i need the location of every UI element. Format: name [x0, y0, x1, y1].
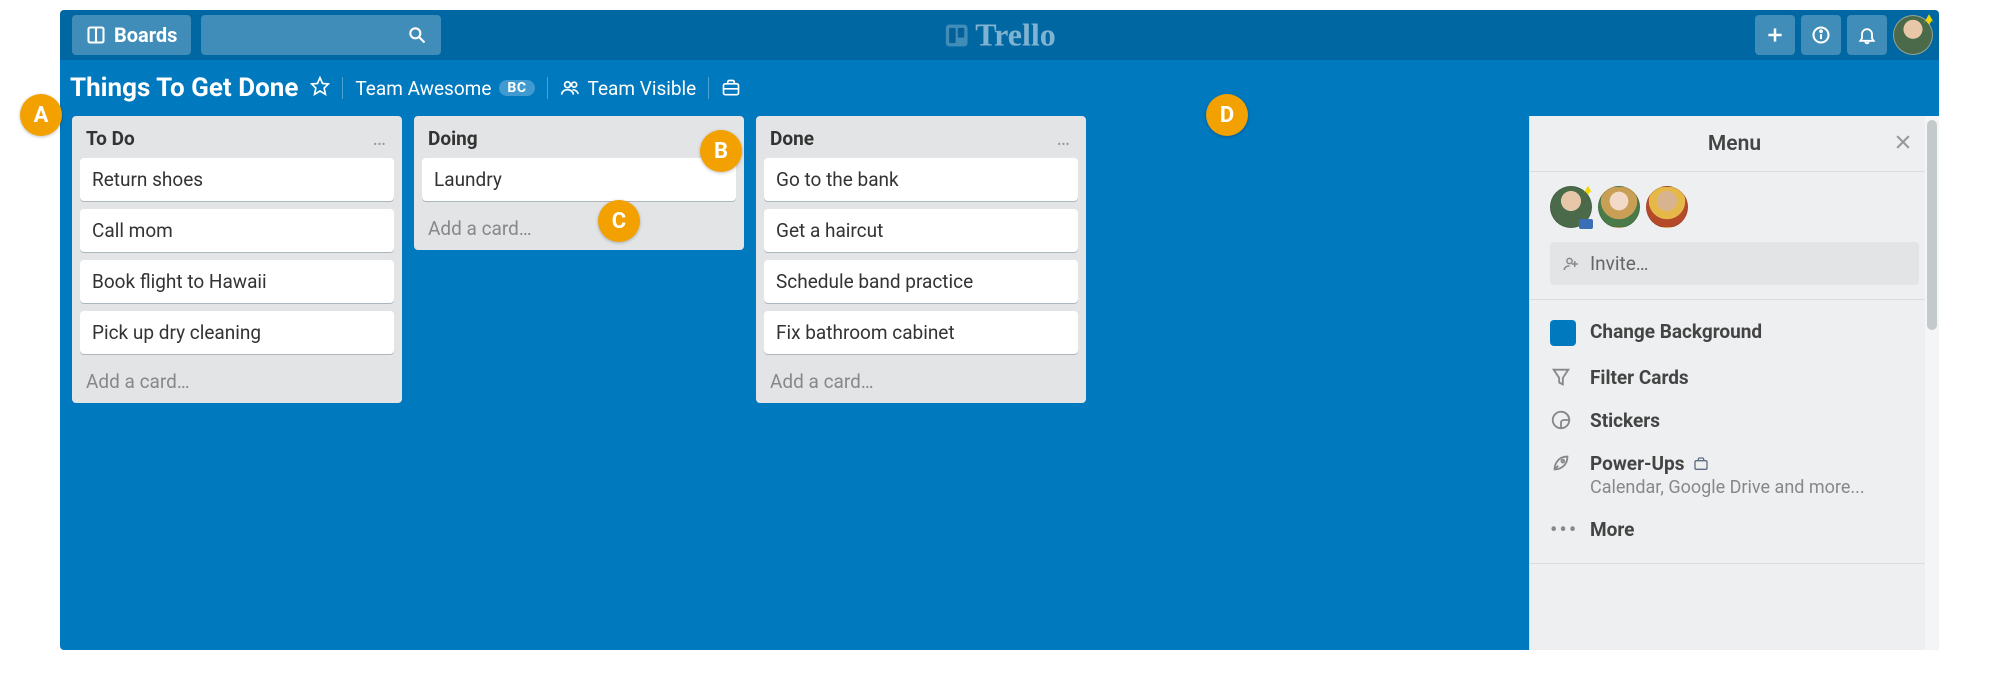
app-logo[interactable]: Trello — [943, 17, 1056, 54]
board-body: To Do … Return shoes Call mom Book flight to… — [60, 116, 1939, 650]
menu-item-subtitle: Calendar, Google Drive and more... — [1590, 477, 1865, 498]
separator — [547, 77, 548, 99]
menu-scrollbar[interactable] — [1925, 116, 1939, 650]
card[interactable]: Schedule band practice — [764, 260, 1078, 303]
menu-options: Change Background Filter Cards Stickers … — [1530, 300, 1939, 564]
list-header: Doing… — [422, 126, 736, 158]
star-icon — [310, 76, 330, 96]
separator — [342, 77, 343, 99]
visibility-label: Team Visible — [588, 77, 697, 100]
annotation-d: D — [1206, 94, 1248, 136]
briefcase-icon — [721, 78, 741, 98]
menu-item-label: Power-Ups — [1590, 452, 1684, 475]
menu-item-label: More — [1590, 518, 1634, 541]
menu-item-label: Stickers — [1590, 409, 1660, 432]
rocket-icon — [1550, 452, 1572, 474]
info-icon — [1811, 25, 1831, 45]
menu-power-ups[interactable]: Power-Ups Calendar, Google Drive and mor… — [1550, 442, 1919, 508]
board-menu-panel: Menu Invite… — [1529, 116, 1939, 650]
menu-item-label: Change Background — [1590, 320, 1762, 343]
card[interactable]: Book flight to Hawaii — [80, 260, 394, 303]
add-card-button[interactable]: Add a card… — [422, 209, 736, 242]
card[interactable]: Return shoes — [80, 158, 394, 201]
team-badge: BC — [499, 80, 534, 96]
board-briefcase-button[interactable] — [721, 78, 749, 98]
search-icon — [407, 25, 427, 45]
team-link[interactable]: Team Awesome BC — [355, 77, 534, 100]
card[interactable]: Call mom — [80, 209, 394, 252]
menu-close-button[interactable] — [1893, 130, 1913, 158]
star-board-button[interactable] — [310, 76, 330, 100]
global-topbar: Boards Trello — [60, 10, 1939, 60]
logo-icon — [943, 22, 969, 48]
people-icon — [560, 78, 580, 98]
member-list — [1550, 186, 1919, 228]
board-title[interactable]: Things To Get Done — [70, 73, 298, 103]
briefcase-icon — [1693, 456, 1709, 472]
annotation-c: C — [598, 200, 640, 242]
annotation-b: B — [700, 130, 742, 172]
invite-button[interactable]: Invite… — [1550, 242, 1919, 285]
bell-icon — [1857, 25, 1877, 45]
background-swatch-icon — [1550, 320, 1576, 346]
list: Doing…Laundry Add a card… — [414, 116, 744, 250]
board-header: Things To Get Done Team Awesome BC Team … — [60, 60, 1939, 116]
list: To Do … Return shoes Call mom Book flight to… — [72, 116, 402, 403]
member-avatar[interactable] — [1646, 186, 1688, 228]
list-header: To Do … — [80, 126, 394, 158]
list-title[interactable]: To Do — [86, 127, 135, 150]
card[interactable]: Go to the bank — [764, 158, 1078, 201]
card[interactable]: Get a haircut — [764, 209, 1078, 252]
boards-label: Boards — [114, 23, 177, 47]
info-button[interactable] — [1801, 15, 1841, 55]
list: Done … Go to the bank Get a haircut Schedule… — [756, 116, 1086, 403]
ellipsis-icon: ••• — [1550, 518, 1580, 543]
menu-change-background[interactable]: Change Background — [1550, 310, 1919, 356]
list-title[interactable]: Doing — [428, 127, 478, 150]
card[interactable]: Laundry — [422, 158, 736, 201]
menu-more[interactable]: ••• More — [1550, 508, 1919, 553]
add-card-button[interactable]: Add a card… — [764, 362, 1078, 395]
card[interactable]: Pick up dry cleaning — [80, 311, 394, 354]
list-menu-button[interactable]: … — [373, 126, 388, 150]
notifications-button[interactable] — [1847, 15, 1887, 55]
list-header: Done … — [764, 126, 1078, 158]
close-icon — [1893, 132, 1913, 152]
boards-button[interactable]: Boards — [72, 15, 191, 55]
member-avatar[interactable] — [1550, 186, 1592, 228]
add-card-button[interactable]: Add a card… — [80, 362, 394, 395]
sticker-icon — [1550, 409, 1572, 431]
menu-item-label: Filter Cards — [1590, 366, 1689, 389]
logo-text: Trello — [975, 17, 1056, 54]
filter-icon — [1550, 366, 1572, 388]
separator — [708, 77, 709, 99]
search-input[interactable] — [201, 15, 441, 55]
card[interactable]: Fix bathroom cabinet — [764, 311, 1078, 354]
menu-header: Menu — [1530, 116, 1939, 172]
boards-icon — [86, 25, 106, 45]
annotation-a: A — [20, 94, 62, 136]
list-title[interactable]: Done — [770, 127, 814, 150]
lists-container: To Do … Return shoes Call mom Book flight to… — [60, 116, 1098, 650]
member-avatar[interactable] — [1598, 186, 1640, 228]
app-window: Boards Trello — [60, 10, 1939, 650]
user-avatar[interactable] — [1893, 15, 1933, 55]
menu-stickers[interactable]: Stickers — [1550, 399, 1919, 442]
invite-label: Invite… — [1590, 252, 1648, 275]
list-menu-button[interactable]: … — [1057, 126, 1072, 150]
menu-filter-cards[interactable]: Filter Cards — [1550, 356, 1919, 399]
menu-members-section: Invite… — [1530, 172, 1939, 300]
menu-title: Menu — [1708, 132, 1761, 156]
create-button[interactable] — [1755, 15, 1795, 55]
team-label: Team Awesome — [355, 77, 491, 100]
visibility-button[interactable]: Team Visible — [560, 77, 697, 100]
add-person-icon — [1562, 255, 1580, 273]
plus-icon — [1765, 25, 1785, 45]
